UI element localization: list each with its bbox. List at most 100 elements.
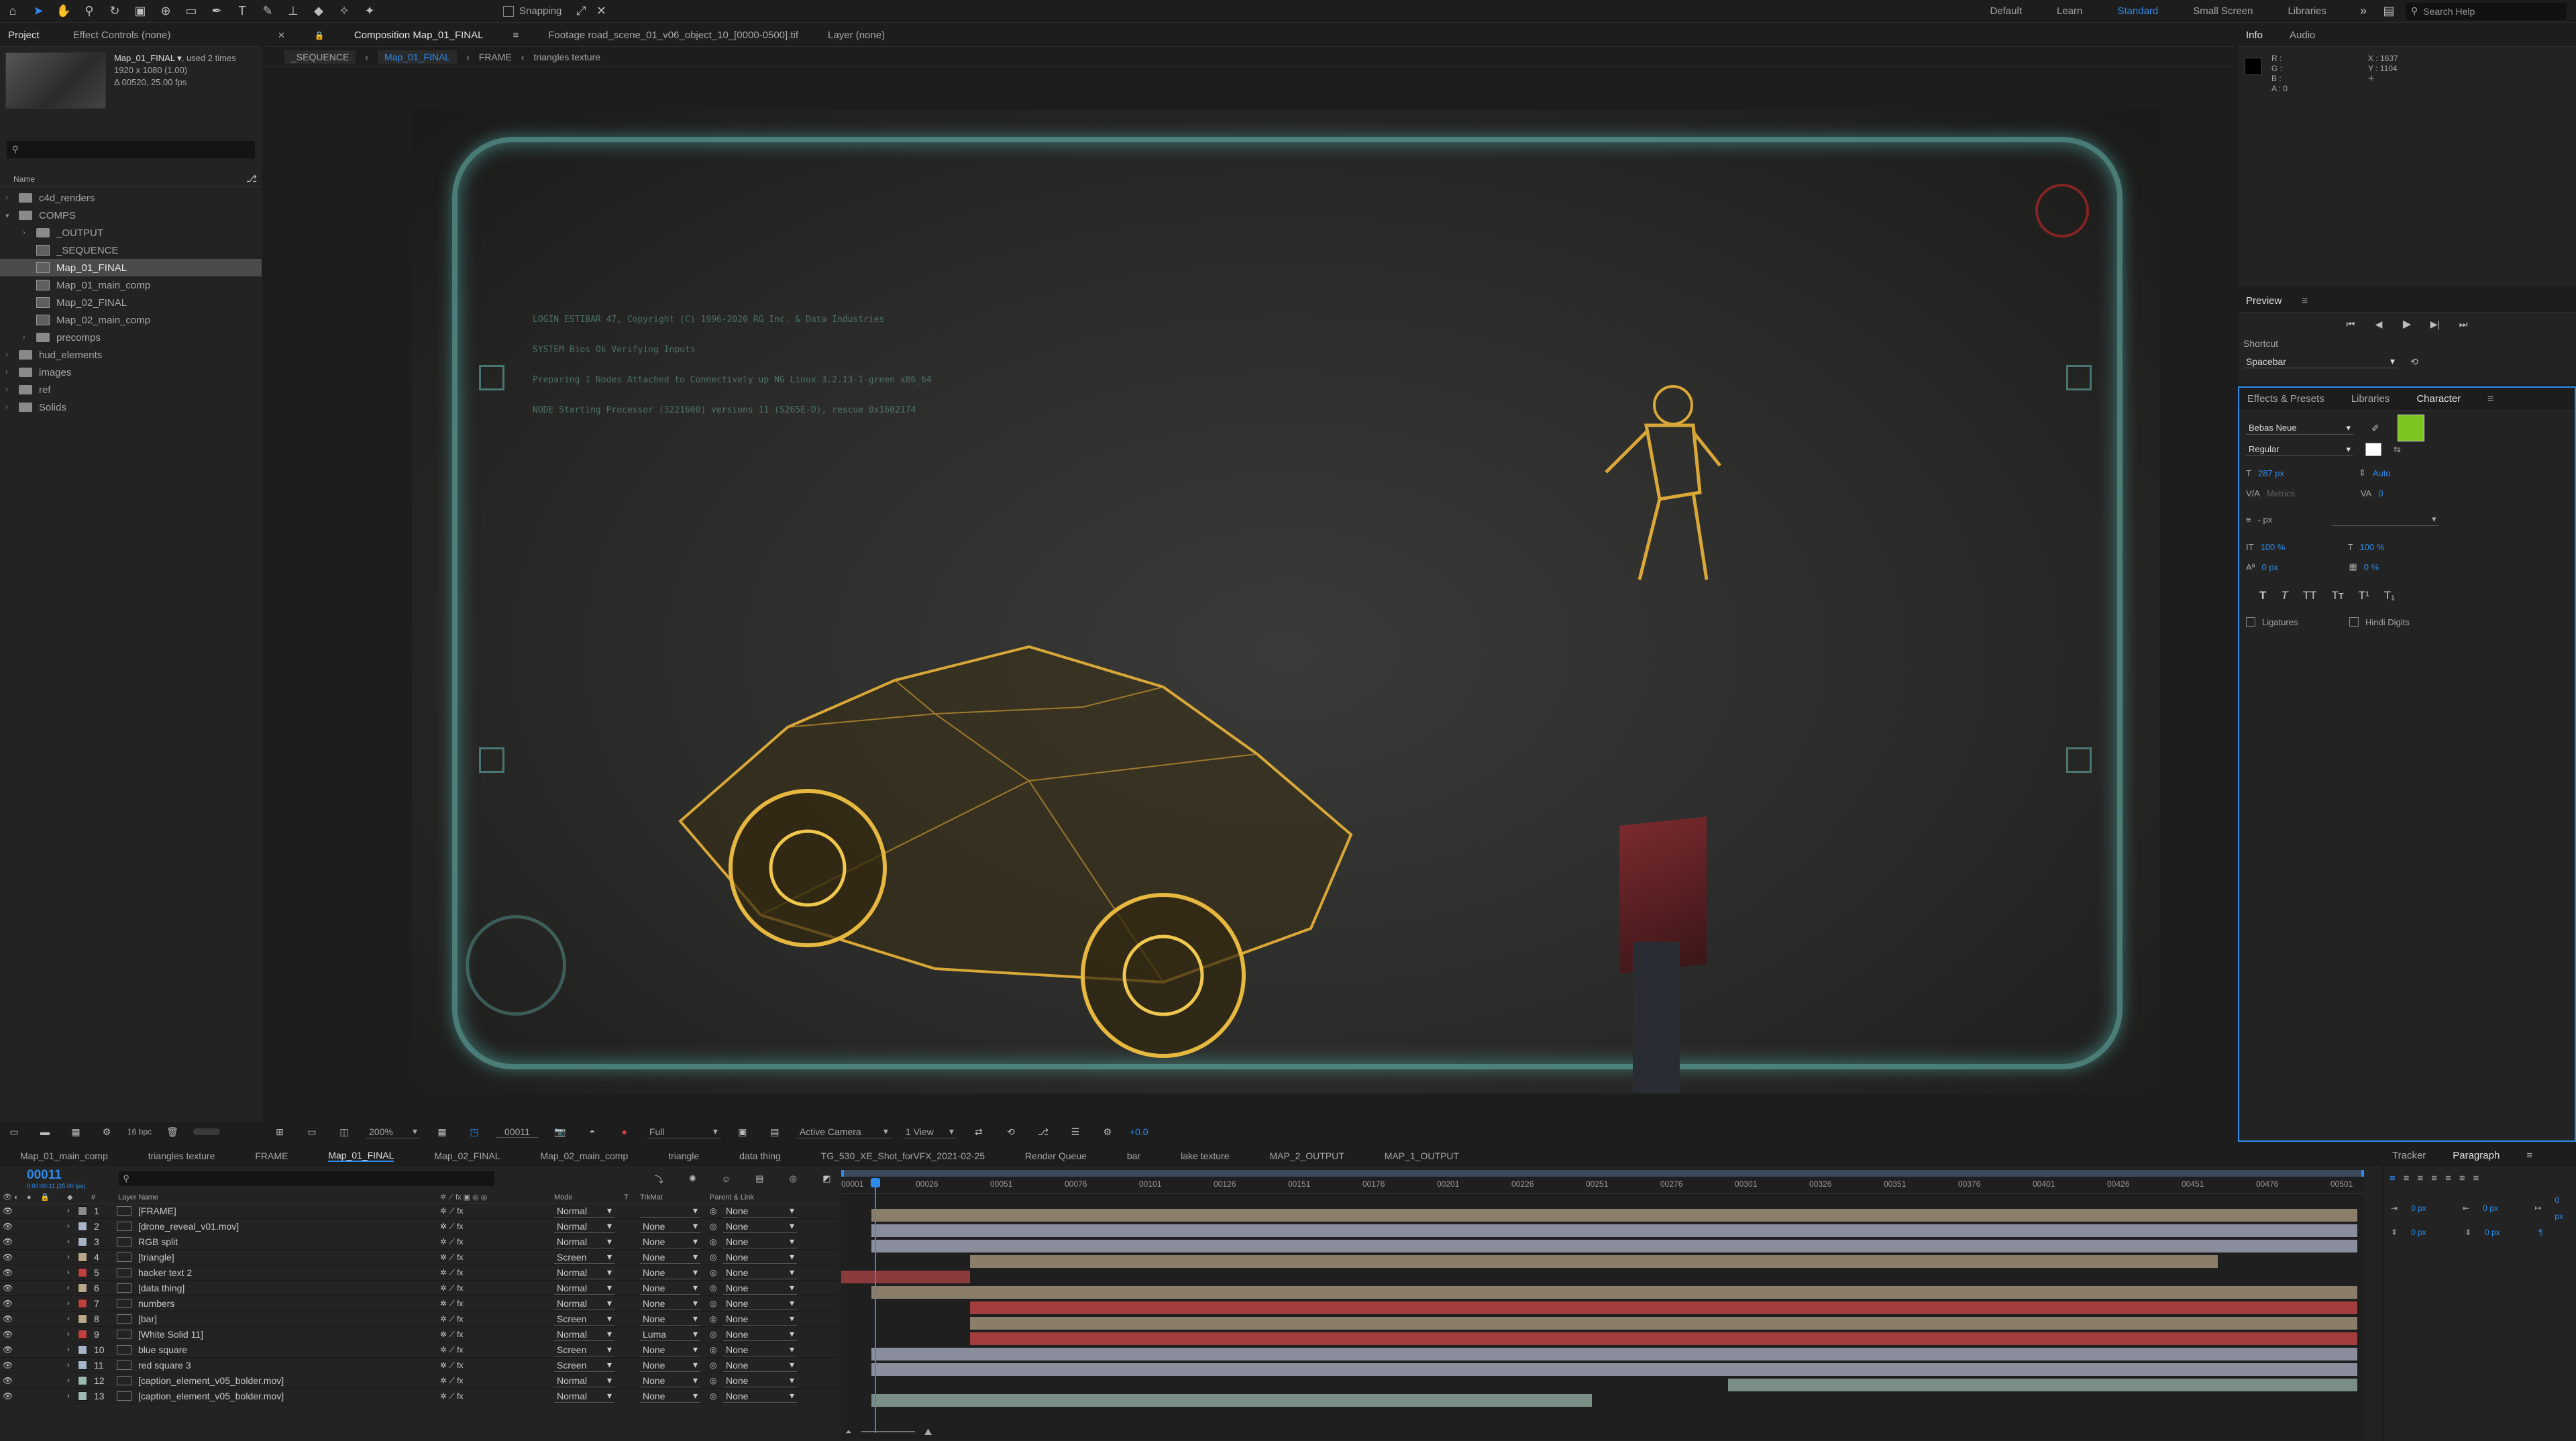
project-item[interactable]: › images [0,364,262,381]
layer-name[interactable]: [caption_element_v05_bolder.mov] [138,1391,440,1401]
layer-mode-dropdown[interactable]: Normal ▾ [554,1297,614,1310]
layer-duration-bar[interactable] [841,1271,971,1283]
type-tool-icon[interactable]: T [229,0,255,23]
draft-3d-icon[interactable]: ✺ [682,1169,702,1189]
layer-mode-dropdown[interactable]: Normal ▾ [554,1204,614,1218]
expand-chevron-icon[interactable]: › [67,1207,78,1215]
breadcrumb-sequence[interactable]: _SEQUENCE [284,50,356,64]
breadcrumb-map01[interactable]: Map_01_FINAL [378,50,458,64]
space-after-value[interactable]: 0 px [2485,1224,2525,1240]
mode-header[interactable]: Mode [554,1193,624,1202]
breadcrumb-frame[interactable]: FRAME [479,52,512,62]
justify-left-icon[interactable]: ≡ [2431,1173,2437,1184]
expand-chevron-icon[interactable]: › [67,1346,78,1354]
tab-info[interactable]: Info [2246,30,2263,41]
thumb-name[interactable]: Map_01_FINAL ▾ [114,53,182,63]
layer-name[interactable]: hacker text 2 [138,1267,440,1278]
graph-editor-icon[interactable]: ◩ [816,1169,837,1189]
layer-parent-dropdown[interactable]: None ▾ [723,1297,797,1310]
pickwhip-icon[interactable]: ◎ [710,1222,723,1231]
rectangle-tool-icon[interactable]: ▭ [178,0,204,23]
layer-label-color[interactable] [78,1391,87,1401]
camera-dropdown[interactable]: Active Camera ▾ [796,1125,891,1138]
justify-all-icon[interactable]: ≡ [2473,1173,2479,1184]
home-icon[interactable]: ⌂ [0,0,25,23]
align-right-icon[interactable]: ≡ [2418,1173,2424,1184]
layer-switches[interactable]: ✲ ⟋ fx [440,1237,554,1247]
layer-row[interactable]: 👁 › 11 red square 3 ✲ ⟋ fx Screen ▾ None ▾… [0,1358,839,1373]
expand-chevron-icon[interactable]: › [67,1284,78,1292]
timeline-tab[interactable]: Map_02_main_comp [540,1151,628,1161]
reset-icon[interactable]: ⟲ [2404,352,2424,372]
timeline-search[interactable]: ⚲ [119,1171,495,1186]
visibility-eye-icon[interactable]: 👁 [0,1330,13,1339]
chevron-right-icon[interactable]: › [23,229,30,237]
layer-mode-dropdown[interactable]: Screen ▾ [554,1358,614,1372]
layer-trkmat-dropdown[interactable]: None ▾ [640,1235,700,1248]
mask-visibility-icon[interactable]: ◫ [334,1122,354,1142]
visibility-eye-icon[interactable]: 👁 [0,1376,13,1385]
transparency-grid-icon[interactable]: ◳ [464,1122,484,1142]
layer-row[interactable]: 👁 › 12 [caption_element_v05_bolder.mov] … [0,1373,839,1389]
font-size-value[interactable]: 287 px [2258,468,2352,478]
tab-project[interactable]: Project [8,30,40,41]
layer-mode-dropdown[interactable]: Normal ▾ [554,1281,614,1295]
tracking-value[interactable]: 0 [2378,488,2445,498]
sync-icon[interactable]: ▤ [2379,1,2399,21]
layer-parent-dropdown[interactable]: None ▾ [723,1389,797,1403]
layer-mode-dropdown[interactable]: Screen ▾ [554,1312,614,1326]
project-item[interactable]: ▾ COMPS [0,207,262,224]
layer-trkmat-dropdown[interactable]: None ▾ [640,1281,700,1295]
flowchart-icon[interactable]: ⎇ [1033,1122,1053,1142]
workspace-default[interactable]: Default [1990,5,2022,17]
indent-left-value[interactable]: 0 px [2411,1200,2449,1216]
views-dropdown[interactable]: 1 View ▾ [902,1125,957,1138]
layer-row[interactable]: 👁 › 9 [White Solid 11] ✲ ⟋ fx Normal ▾ Lu… [0,1327,839,1342]
chevron-right-icon[interactable]: › [5,386,12,394]
visibility-eye-icon[interactable]: 👁 [0,1345,13,1354]
timeline-tab[interactable]: Render Queue [1025,1151,1087,1161]
layer-label-color[interactable] [78,1376,87,1385]
fast-previews-icon[interactable]: ▣ [733,1122,753,1142]
layer-parent-dropdown[interactable]: None ▾ [723,1220,797,1233]
layer-mode-dropdown[interactable]: Normal ▾ [554,1220,614,1233]
pickwhip-icon[interactable]: ◎ [710,1314,723,1324]
layer-name[interactable]: red square 3 [138,1360,440,1371]
layer-duration-bar[interactable] [871,1224,2357,1237]
chevron-right-icon[interactable]: › [5,368,12,376]
visibility-eye-icon[interactable]: 👁 [0,1252,13,1262]
camera-tool-icon[interactable]: ▣ [127,0,153,23]
layer-label-color[interactable] [78,1360,87,1370]
tab-audio[interactable]: Audio [2290,30,2315,41]
parent-header[interactable]: Parent & Link [710,1193,754,1202]
all-caps-icon[interactable]: TT [2303,589,2317,602]
snap-options-icon[interactable]: ⤢ [571,1,591,21]
hand-tool-icon[interactable]: ✋ [51,0,76,23]
project-item[interactable]: › hud_elements [0,346,262,364]
layer-duration-bar[interactable] [871,1363,2357,1376]
menu-icon[interactable]: ≡ [2487,393,2493,405]
zoom-tool-icon[interactable]: ⚲ [76,0,102,23]
trkmat-header[interactable]: TrkMat [640,1193,710,1202]
vertical-scale-value[interactable]: 100 % [2261,542,2341,552]
eyedropper-icon[interactable]: ✐ [2365,418,2385,438]
leading-value[interactable]: Auto [2373,468,2440,478]
layer-trkmat-dropdown[interactable]: ▾ [640,1204,700,1218]
layer-label-color[interactable] [78,1314,87,1324]
zoom-in-icon[interactable]: ⛰ [924,1426,932,1438]
layer-switches[interactable]: ✲ ⟋ fx [440,1360,554,1371]
play-icon[interactable]: ▶ [2397,314,2417,334]
justify-right-icon[interactable]: ≡ [2459,1173,2465,1184]
project-item[interactable]: Map_02_main_comp [0,311,262,329]
layer-row[interactable]: 👁 › 8 [bar] ✲ ⟋ fx Screen ▾ None ▾ ◎ None ▾ [0,1312,839,1327]
project-item[interactable]: _SEQUENCE [0,242,262,259]
layer-trkmat-dropdown[interactable]: None ▾ [640,1220,700,1233]
pickwhip-icon[interactable]: ◎ [710,1237,723,1246]
layer-duration-bar[interactable] [1728,1379,2357,1391]
layer-duration-bar[interactable] [871,1394,1592,1407]
reset-exposure-icon[interactable]: ⟲ [1001,1122,1021,1142]
visibility-eye-icon[interactable]: 👁 [0,1268,13,1277]
layer-parent-dropdown[interactable]: None ▾ [723,1343,797,1356]
expand-chevron-icon[interactable]: › [67,1238,78,1246]
visibility-eye-icon[interactable]: 👁 [0,1222,13,1231]
